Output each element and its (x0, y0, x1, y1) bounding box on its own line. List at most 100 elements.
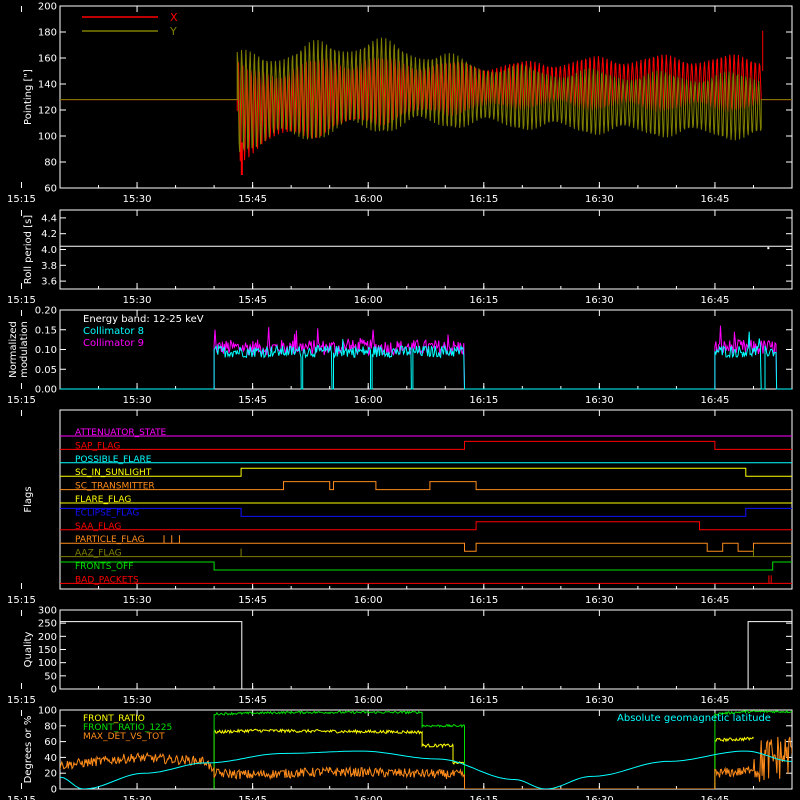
roll-xtick-label: 16:00 (354, 295, 383, 306)
ratios-xtick-label: 15:30 (123, 795, 152, 800)
pointing-ytick-label: 200 (38, 2, 57, 13)
quality-xtick-label: 16:00 (354, 695, 383, 706)
roll-ytick-label: 4.0 (41, 245, 57, 256)
pointing-xtick-label: 16:00 (354, 194, 383, 205)
pointing-ytick-label: 120 (38, 106, 57, 117)
flag-label-sap-flag: SAP_FLAG (75, 441, 120, 451)
pointing-xtick-label: 15:15 (7, 194, 36, 205)
pointing-xtick-label: 15:45 (238, 194, 267, 205)
quality-xtick-label: 16:45 (701, 695, 730, 706)
roll-ytick-label: 4.4 (41, 213, 57, 224)
roll-ytick-label: 3.8 (41, 261, 57, 272)
quality-xtick-label: 15:15 (7, 695, 36, 706)
modulation-xtick-label: 15:45 (238, 395, 267, 406)
flag-label-flare-flag: FLARE_FLAG (75, 495, 131, 505)
modulation-ytick-label: 0.00 (35, 385, 57, 396)
quality-ytick-label: 300 (38, 606, 57, 617)
roll-xtick-label: 15:30 (123, 295, 152, 306)
pointing-ytick-label: 160 (38, 54, 57, 65)
flag-label-possible-flare: POSSIBLE_FLARE (75, 455, 152, 465)
modulation-ylabel: Normalizedmodulation (8, 321, 30, 378)
flag-label-eclipse-flag: ECLIPSE_FLAG (75, 508, 139, 518)
legend-label-y: Y (169, 25, 177, 38)
ratios-xtick-label: 16:00 (354, 795, 383, 800)
ratios-ytick-label: 0 (51, 785, 57, 796)
modulation-ylabel-line: Normalized (8, 321, 19, 378)
flag-label-sc-transmitter: SC_TRANSMITTER (75, 482, 155, 492)
modulation-xtick-label: 15:15 (7, 395, 36, 406)
roll-xtick-label: 15:45 (238, 295, 267, 306)
quality-ytick-label: 50 (44, 671, 57, 682)
modulation-ytick-label: 0.10 (35, 345, 57, 356)
ratios-xtick-label: 16:45 (701, 795, 730, 800)
flag-label-particle-flag: PARTICLE_FLAG (75, 535, 145, 545)
ratios-ytick-label: 80 (44, 721, 57, 732)
roll-xtick-label: 16:45 (701, 295, 730, 306)
modulation-xtick-label: 16:45 (701, 395, 730, 406)
flag-label-attenuator-state: ATTENUATOR_STATE (75, 428, 167, 438)
ratios-xtick-label: 15:45 (238, 795, 267, 800)
roll-xtick-label: 16:15 (469, 295, 498, 306)
flags-xtick-label: 16:15 (469, 595, 498, 606)
ratios-ytick-label: 20 (44, 769, 57, 780)
roll-xtick-label: 16:30 (585, 295, 614, 306)
quality-ytick-label: 100 (38, 658, 57, 669)
pointing-xtick-label: 16:15 (469, 194, 498, 205)
pointing-xtick-label: 16:45 (701, 194, 730, 205)
flags-xtick-label: 15:45 (238, 595, 267, 606)
quality-ylabel: Quality (23, 632, 34, 668)
ratios-legend-absolute-geomagnetic-latitude: Absolute geomagnetic latitude (617, 713, 771, 724)
quality-ytick-label: 200 (38, 632, 57, 643)
ratios-ytick-label: 100 (38, 706, 57, 717)
flags-xtick-label: 16:00 (354, 595, 383, 606)
modulation-xtick-label: 15:30 (123, 395, 152, 406)
roll-ylabel: Roll period [s] (23, 215, 34, 284)
figure: 15:15 15:30 15:45 16:00 16:15 16:30 16:45 60 80 1… (0, 0, 800, 800)
flag-label-saa-flag: SAA_FLAG (75, 522, 121, 532)
flags-xtick-label: 16:45 (701, 595, 730, 606)
modulation-legend-title: Energy band: 12-25 keV (83, 314, 204, 325)
pointing-xtick-label: 15:30 (123, 194, 152, 205)
pointing-xtick-label: 16:30 (585, 194, 614, 205)
legend-label-x: X (170, 11, 178, 24)
ratios-xtick-label: 15:15 (7, 795, 36, 800)
flag-label-aaz-flag: AAZ_FLAG (75, 549, 122, 559)
flags-xtick-label: 15:30 (123, 595, 152, 606)
quality-ytick-label: 0 (51, 685, 57, 696)
modulation-xtick-label: 16:00 (354, 395, 383, 406)
pointing-ytick-label: 60 (44, 184, 57, 195)
pointing-ytick-label: 180 (38, 28, 57, 39)
pointing-ytick-label: 80 (44, 158, 57, 169)
pointing-ytick-label: 100 (38, 132, 57, 143)
flags-ylabel: Flags (23, 486, 34, 512)
flag-label-fronts-off: FRONTS_OFF (75, 562, 133, 572)
roll-xtick-label: 15:15 (7, 295, 36, 306)
quality-xtick-label: 15:45 (238, 695, 267, 706)
modulation-xtick-label: 16:15 (469, 395, 498, 406)
quality-xtick-label: 15:30 (123, 695, 152, 706)
ratios-legend-max-det-vs-tot: MAX_DET_VS_TOT (83, 732, 165, 742)
flags-xtick-label: 15:15 (7, 595, 36, 606)
modulation-legend-collimator-9: Collimator 9 (83, 338, 144, 349)
modulation-ytick-label: 0.20 (35, 306, 57, 317)
flags-xtick-label: 16:30 (585, 595, 614, 606)
quality-ytick-label: 150 (38, 645, 57, 656)
pointing-ytick-label: 140 (38, 80, 57, 91)
flag-label-bad-packets: BAD_PACKETS (75, 575, 139, 585)
pointing-ylabel: Pointing ["] (23, 69, 34, 125)
modulation-legend-collimator-8: Collimator 8 (83, 326, 144, 337)
quality-xtick-label: 16:30 (585, 695, 614, 706)
roll-dot (767, 247, 770, 250)
quality-xtick-label: 16:15 (469, 695, 498, 706)
ratios-xtick-label: 16:15 (469, 795, 498, 800)
modulation-ytick-label: 0.15 (35, 325, 57, 336)
ratios-xtick-label: 16:30 (585, 795, 614, 800)
modulation-ylabel-line: modulation (19, 321, 30, 378)
modulation-xtick-label: 16:30 (585, 395, 614, 406)
modulation-ytick-label: 0.05 (35, 365, 57, 376)
flag-label-sc-in-sunlight: SC_IN_SUNLIGHT (75, 468, 152, 478)
quality-ytick-label: 250 (38, 619, 57, 630)
ratios-ytick-label: 60 (44, 737, 57, 748)
ratios-ylabel: Degrees or % (23, 716, 34, 784)
roll-ytick-label: 4.2 (41, 229, 57, 240)
